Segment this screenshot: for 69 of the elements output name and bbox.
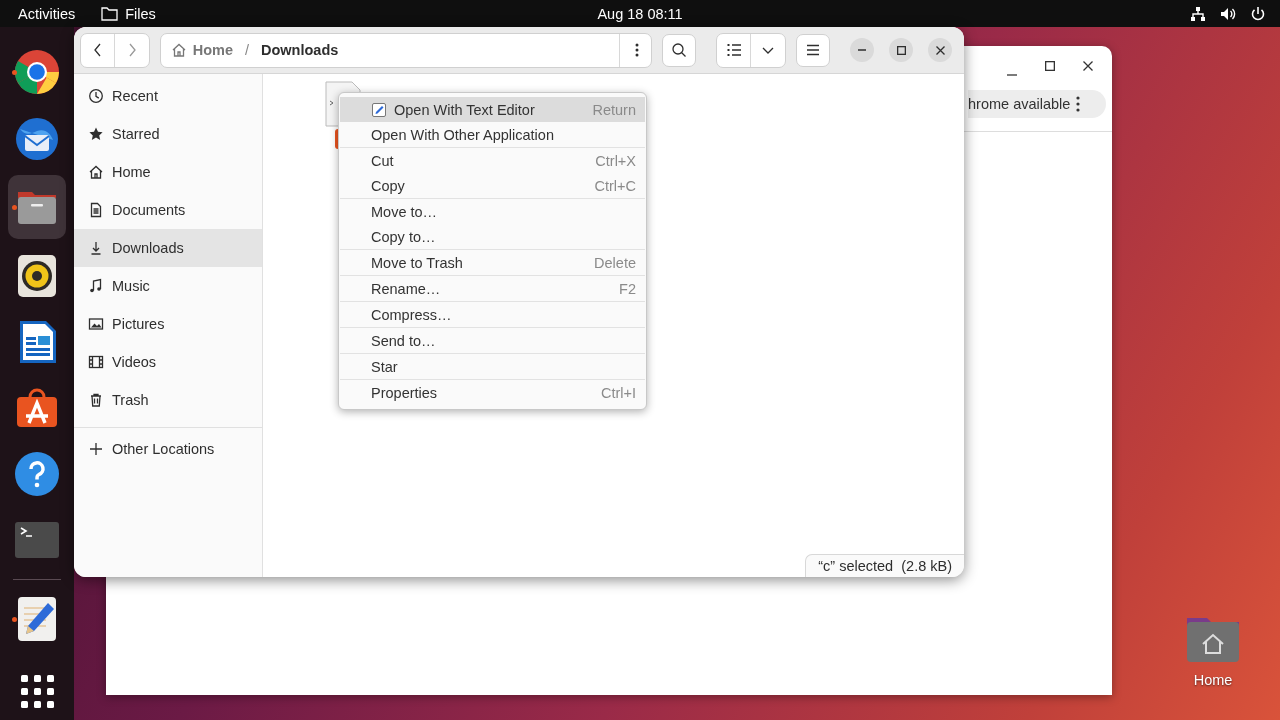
menu-item[interactable]: Properties Ctrl+I — [340, 380, 645, 405]
close-button[interactable] — [928, 38, 952, 62]
activities-button[interactable]: Activities — [18, 5, 76, 22]
menu-item[interactable]: Copy Ctrl+C — [340, 173, 645, 198]
star-icon — [88, 126, 104, 142]
path-crumb[interactable]: Downloads — [261, 42, 339, 58]
menu-item[interactable]: Open With Text Editor Return — [340, 97, 645, 122]
app-menu[interactable]: Files — [101, 5, 156, 22]
shortcut-label: F2 — [619, 280, 636, 297]
search-icon — [671, 42, 688, 58]
text-editor-icon — [372, 102, 386, 117]
film-icon — [88, 354, 104, 370]
minimize-button[interactable] — [850, 38, 874, 62]
sidebar-item[interactable]: Downloads — [74, 229, 262, 267]
path-crumb[interactable]: Home — [192, 42, 233, 58]
menu-item[interactable]: Move to… — [340, 199, 645, 224]
menu-item[interactable]: Rename… F2 — [340, 276, 645, 301]
shortcut-label: Delete — [594, 254, 636, 271]
maximize-icon[interactable] — [1045, 61, 1055, 71]
power-icon[interactable] — [1250, 5, 1266, 22]
list-icon — [725, 42, 742, 58]
menu-item[interactable]: Star — [340, 354, 645, 379]
shortcut-label: Ctrl+X — [595, 152, 636, 169]
menu-item[interactable]: Compress… — [340, 302, 645, 327]
menu-item[interactable]: Open With Other Application — [340, 122, 645, 147]
sidebar-item[interactable]: Trash — [74, 381, 262, 419]
search-button[interactable] — [662, 33, 697, 67]
more-icon — [634, 42, 639, 58]
sidebar-item[interactable]: Home — [74, 153, 262, 191]
picture-icon — [88, 316, 104, 332]
desktop-icon[interactable]: Home — [1185, 614, 1241, 688]
status-label: “c” selected (2.8 kB) — [805, 554, 964, 577]
maximize-button[interactable] — [889, 38, 913, 62]
close-icon[interactable] — [1083, 61, 1093, 71]
menu-icon — [805, 42, 821, 58]
maximize-icon — [896, 45, 906, 55]
shortcut-label: Ctrl+I — [600, 384, 636, 401]
sidebar-item[interactable]: Other Locations — [74, 430, 262, 468]
shortcut-label: Ctrl+C — [594, 177, 636, 194]
trash-icon — [88, 392, 104, 408]
sidebar-item[interactable]: Pictures — [74, 305, 262, 343]
sidebar-item[interactable]: Videos — [74, 343, 262, 381]
minimize-icon — [858, 49, 866, 51]
folder-icon — [101, 6, 119, 21]
clock-icon — [88, 88, 104, 104]
shortcut-label: Return — [592, 101, 636, 118]
network-icon[interactable] — [1190, 5, 1206, 22]
chrome-icon[interactable] — [14, 49, 60, 95]
sidebar-item[interactable]: Music — [74, 267, 262, 305]
home-icon — [170, 42, 187, 58]
update-notice[interactable]: hrome available — [968, 90, 1106, 118]
menu-button[interactable] — [796, 33, 830, 67]
clock[interactable]: Aug 18 08:11 — [597, 5, 683, 22]
menu-item[interactable]: Move to Trash Delete — [340, 250, 645, 275]
help-icon[interactable] — [14, 451, 60, 497]
plus-icon — [88, 441, 104, 457]
close-icon — [935, 45, 945, 55]
document-icon — [88, 202, 104, 218]
sidebar-item[interactable]: Recent — [74, 77, 262, 115]
home-icon — [88, 164, 104, 180]
path-separator: / — [244, 42, 249, 58]
more-icon[interactable] — [1076, 96, 1081, 112]
menu-item[interactable]: Copy to… — [340, 224, 645, 249]
bird-mail-icon[interactable] — [14, 115, 60, 161]
sidebar-item[interactable]: Documents — [74, 191, 262, 229]
sidebar-item[interactable]: Starred — [74, 115, 262, 153]
menu-item[interactable]: Cut Ctrl+X — [340, 148, 645, 173]
menu-item[interactable]: Send to… — [340, 328, 645, 353]
music-note-icon — [88, 278, 104, 294]
